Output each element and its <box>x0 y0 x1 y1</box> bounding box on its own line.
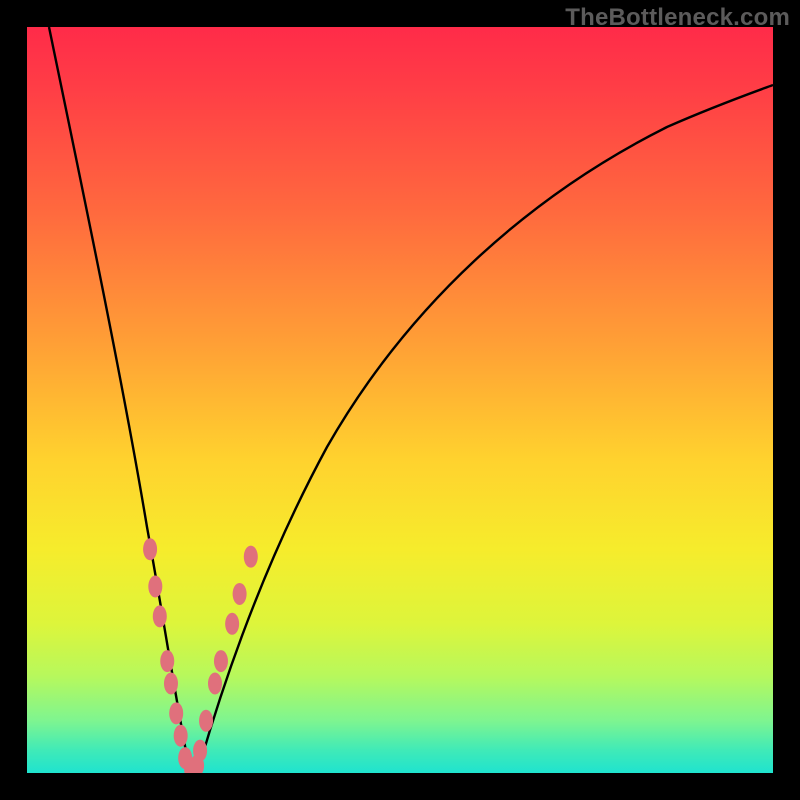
curve-bead <box>169 702 183 724</box>
bottleneck-curve <box>49 27 773 772</box>
curve-bead <box>153 605 167 627</box>
curve-bead <box>193 740 207 762</box>
curve-bead <box>225 613 239 635</box>
bottleneck-curve-svg <box>27 27 773 773</box>
curve-bead <box>233 583 247 605</box>
curve-bead <box>160 650 174 672</box>
curve-bead <box>208 672 222 694</box>
curve-bead <box>174 725 188 747</box>
chart-plot-area <box>27 27 773 773</box>
curve-bead <box>143 538 157 560</box>
curve-bead <box>148 576 162 598</box>
watermark-text: TheBottleneck.com <box>565 4 790 32</box>
bead-group <box>143 538 258 773</box>
curve-bead <box>214 650 228 672</box>
curve-bead <box>164 672 178 694</box>
curve-bead <box>199 710 213 732</box>
curve-bead <box>244 546 258 568</box>
